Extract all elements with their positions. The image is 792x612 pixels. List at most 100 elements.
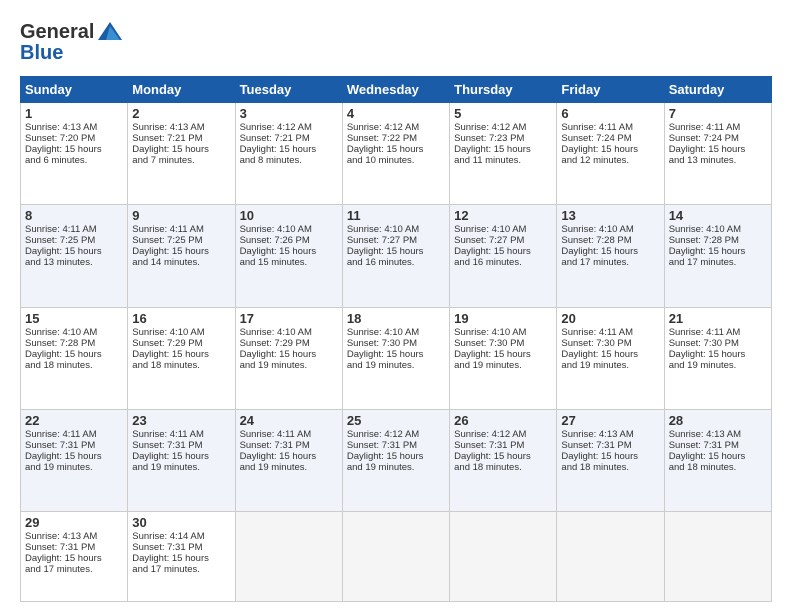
cell-line: and 14 minutes. bbox=[132, 257, 230, 268]
cell-line: Sunrise: 4:11 AM bbox=[561, 327, 659, 338]
day-header-monday: Monday bbox=[128, 77, 235, 103]
cell-line: Sunrise: 4:10 AM bbox=[347, 224, 445, 235]
cell-line: Sunrise: 4:11 AM bbox=[25, 429, 123, 440]
day-number: 30 bbox=[132, 515, 230, 530]
cell-line: Sunrise: 4:10 AM bbox=[669, 224, 767, 235]
calendar-cell: 15Sunrise: 4:10 AMSunset: 7:28 PMDayligh… bbox=[21, 307, 128, 409]
cell-line: and 19 minutes. bbox=[347, 462, 445, 473]
calendar-cell: 17Sunrise: 4:10 AMSunset: 7:29 PMDayligh… bbox=[235, 307, 342, 409]
cell-line: Sunset: 7:31 PM bbox=[347, 440, 445, 451]
day-number: 28 bbox=[669, 413, 767, 428]
cell-line: Sunrise: 4:14 AM bbox=[132, 531, 230, 542]
cell-line: and 18 minutes. bbox=[454, 462, 552, 473]
day-number: 12 bbox=[454, 208, 552, 223]
day-number: 26 bbox=[454, 413, 552, 428]
cell-line: Sunrise: 4:12 AM bbox=[347, 429, 445, 440]
day-number: 8 bbox=[25, 208, 123, 223]
cell-line: Sunset: 7:27 PM bbox=[347, 235, 445, 246]
day-number: 19 bbox=[454, 311, 552, 326]
day-number: 1 bbox=[25, 106, 123, 121]
cell-line: Sunset: 7:28 PM bbox=[25, 338, 123, 349]
day-number: 22 bbox=[25, 413, 123, 428]
day-header-sunday: Sunday bbox=[21, 77, 128, 103]
cell-line: Daylight: 15 hours bbox=[240, 451, 338, 462]
calendar-cell: 25Sunrise: 4:12 AMSunset: 7:31 PMDayligh… bbox=[342, 409, 449, 511]
cell-line: and 18 minutes. bbox=[561, 462, 659, 473]
logo: General Blue bbox=[20, 18, 124, 64]
day-number: 2 bbox=[132, 106, 230, 121]
cell-line: Sunset: 7:30 PM bbox=[347, 338, 445, 349]
cell-line: Daylight: 15 hours bbox=[25, 553, 123, 564]
cell-line: and 15 minutes. bbox=[240, 257, 338, 268]
cell-line: Daylight: 15 hours bbox=[561, 144, 659, 155]
cell-line: and 7 minutes. bbox=[132, 155, 230, 166]
day-number: 23 bbox=[132, 413, 230, 428]
cell-line: Sunset: 7:31 PM bbox=[25, 542, 123, 553]
cell-line: Daylight: 15 hours bbox=[25, 349, 123, 360]
cell-line: Sunrise: 4:10 AM bbox=[240, 327, 338, 338]
day-number: 20 bbox=[561, 311, 659, 326]
calendar-table: SundayMondayTuesdayWednesdayThursdayFrid… bbox=[20, 76, 772, 602]
cell-line: Sunset: 7:28 PM bbox=[561, 235, 659, 246]
logo-icon bbox=[96, 18, 124, 46]
calendar-cell: 6Sunrise: 4:11 AMSunset: 7:24 PMDaylight… bbox=[557, 103, 664, 205]
calendar-cell: 5Sunrise: 4:12 AMSunset: 7:23 PMDaylight… bbox=[450, 103, 557, 205]
cell-line: Sunset: 7:31 PM bbox=[240, 440, 338, 451]
calendar-cell: 24Sunrise: 4:11 AMSunset: 7:31 PMDayligh… bbox=[235, 409, 342, 511]
cell-line: and 16 minutes. bbox=[347, 257, 445, 268]
cell-line: and 17 minutes. bbox=[25, 564, 123, 575]
cell-line: Sunset: 7:21 PM bbox=[132, 133, 230, 144]
day-number: 17 bbox=[240, 311, 338, 326]
calendar-week-row: 15Sunrise: 4:10 AMSunset: 7:28 PMDayligh… bbox=[21, 307, 772, 409]
calendar-cell: 2Sunrise: 4:13 AMSunset: 7:21 PMDaylight… bbox=[128, 103, 235, 205]
cell-line: and 11 minutes. bbox=[454, 155, 552, 166]
cell-line: Daylight: 15 hours bbox=[347, 246, 445, 257]
cell-line: Daylight: 15 hours bbox=[347, 144, 445, 155]
calendar-cell: 14Sunrise: 4:10 AMSunset: 7:28 PMDayligh… bbox=[664, 205, 771, 307]
calendar-cell: 4Sunrise: 4:12 AMSunset: 7:22 PMDaylight… bbox=[342, 103, 449, 205]
cell-line: Daylight: 15 hours bbox=[561, 349, 659, 360]
page: General Blue SundayMondayTuesdayWednesda… bbox=[0, 0, 792, 612]
day-number: 21 bbox=[669, 311, 767, 326]
cell-line: and 8 minutes. bbox=[240, 155, 338, 166]
cell-line: Sunset: 7:30 PM bbox=[561, 338, 659, 349]
cell-line: and 18 minutes. bbox=[669, 462, 767, 473]
cell-line: and 6 minutes. bbox=[25, 155, 123, 166]
calendar-cell: 9Sunrise: 4:11 AMSunset: 7:25 PMDaylight… bbox=[128, 205, 235, 307]
cell-line: Daylight: 15 hours bbox=[25, 451, 123, 462]
calendar-cell: 12Sunrise: 4:10 AMSunset: 7:27 PMDayligh… bbox=[450, 205, 557, 307]
cell-line: Sunset: 7:25 PM bbox=[132, 235, 230, 246]
cell-line: Sunrise: 4:11 AM bbox=[25, 224, 123, 235]
cell-line: Sunset: 7:31 PM bbox=[561, 440, 659, 451]
cell-line: Sunset: 7:29 PM bbox=[132, 338, 230, 349]
cell-line: Sunrise: 4:13 AM bbox=[25, 531, 123, 542]
calendar-cell: 7Sunrise: 4:11 AMSunset: 7:24 PMDaylight… bbox=[664, 103, 771, 205]
calendar-cell: 22Sunrise: 4:11 AMSunset: 7:31 PMDayligh… bbox=[21, 409, 128, 511]
cell-line: Sunset: 7:25 PM bbox=[25, 235, 123, 246]
cell-line: Sunrise: 4:10 AM bbox=[561, 224, 659, 235]
cell-line: and 19 minutes. bbox=[240, 360, 338, 371]
cell-line: Sunset: 7:31 PM bbox=[132, 440, 230, 451]
calendar-week-row: 8Sunrise: 4:11 AMSunset: 7:25 PMDaylight… bbox=[21, 205, 772, 307]
cell-line: Daylight: 15 hours bbox=[561, 451, 659, 462]
calendar-cell: 10Sunrise: 4:10 AMSunset: 7:26 PMDayligh… bbox=[235, 205, 342, 307]
cell-line: Sunrise: 4:11 AM bbox=[669, 122, 767, 133]
cell-line: and 17 minutes. bbox=[561, 257, 659, 268]
day-header-saturday: Saturday bbox=[664, 77, 771, 103]
cell-line: Daylight: 15 hours bbox=[454, 246, 552, 257]
cell-line: Sunrise: 4:13 AM bbox=[669, 429, 767, 440]
cell-line: Sunset: 7:31 PM bbox=[25, 440, 123, 451]
calendar-week-row: 29Sunrise: 4:13 AMSunset: 7:31 PMDayligh… bbox=[21, 512, 772, 602]
cell-line: Sunrise: 4:10 AM bbox=[240, 224, 338, 235]
day-number: 27 bbox=[561, 413, 659, 428]
cell-line: and 18 minutes. bbox=[25, 360, 123, 371]
day-number: 4 bbox=[347, 106, 445, 121]
calendar-cell bbox=[450, 512, 557, 602]
cell-line: and 13 minutes. bbox=[669, 155, 767, 166]
cell-line: Sunrise: 4:11 AM bbox=[240, 429, 338, 440]
cell-line: Sunset: 7:20 PM bbox=[25, 133, 123, 144]
day-number: 3 bbox=[240, 106, 338, 121]
cell-line: and 19 minutes. bbox=[132, 462, 230, 473]
cell-line: Daylight: 15 hours bbox=[25, 246, 123, 257]
calendar-cell bbox=[342, 512, 449, 602]
